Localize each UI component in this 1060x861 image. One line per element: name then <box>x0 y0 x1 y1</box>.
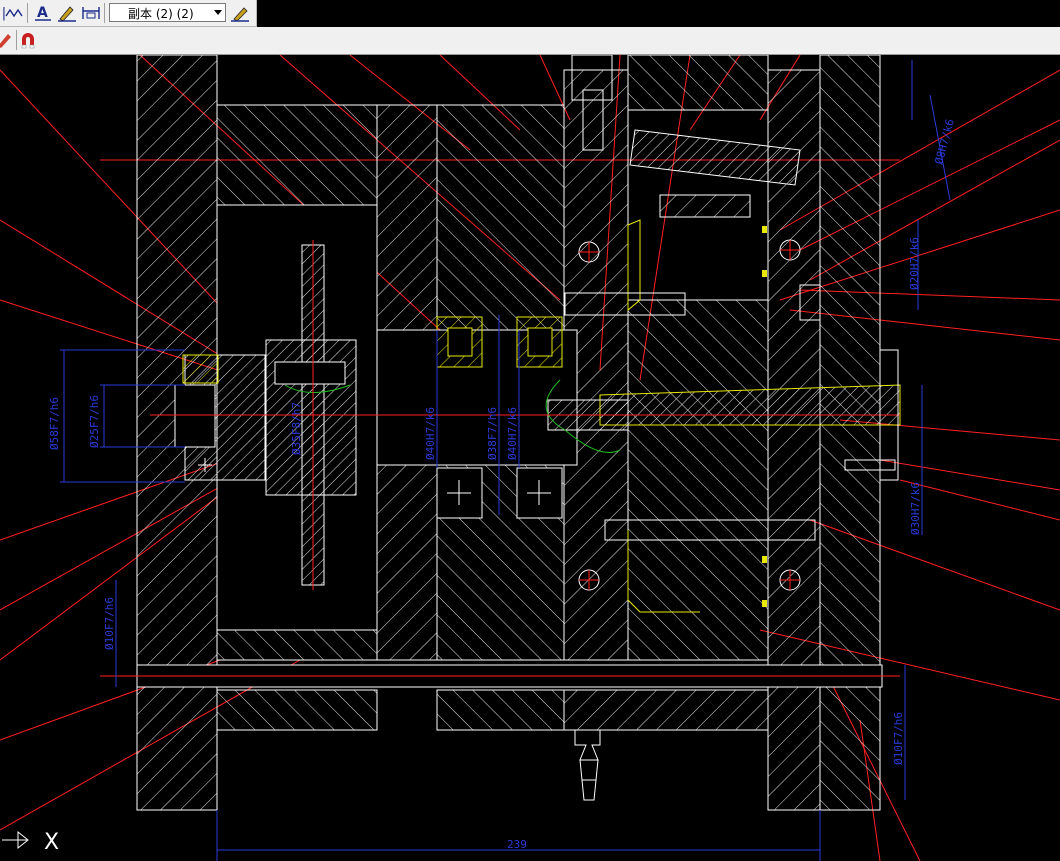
dimension-toolbar: | A 副本 (2) (2) <box>0 0 257 27</box>
cad-drawing-canvas[interactable]: Ø58F7/h6 Ø25F7/h6 Ø35F8/h7 Ø40H7/k6 Ø38F… <box>0 55 1060 861</box>
dim-d35-hub: Ø35F8/h7 <box>290 402 303 455</box>
dim-style-select[interactable]: 副本 (2) (2) <box>109 3 226 22</box>
match-icon[interactable] <box>0 30 16 50</box>
dim-d30-right: Ø30H7/k6 <box>909 482 922 535</box>
dim-style-icon[interactable] <box>230 3 250 23</box>
dim-d40-a: Ø40H7/k6 <box>424 407 437 460</box>
water-nozzle <box>574 729 601 801</box>
text-edit-icon[interactable] <box>57 3 77 23</box>
dim-width-bottom: 239 <box>507 838 527 851</box>
magnet-icon[interactable] <box>18 30 38 50</box>
dim-d58-left: Ø58F7/h6 <box>48 397 61 450</box>
chevron-down-icon[interactable] <box>214 10 222 15</box>
dim-d10-left: Ø10F7/h6 <box>103 597 116 650</box>
dim-d40-b: Ø40H7/k6 <box>506 407 519 460</box>
dim-d38: Ø38F7/h6 <box>486 407 499 460</box>
dim-d10-right: Ø10F7/h6 <box>892 712 905 765</box>
dim-edit-icon[interactable] <box>81 3 101 23</box>
modify-toolbar <box>0 27 1060 55</box>
ucs-x-label: X <box>44 830 59 855</box>
dim-d25-left: Ø25F7/h6 <box>88 395 101 448</box>
dim-style-value: 副本 (2) (2) <box>128 7 194 21</box>
text-style-icon[interactable]: A <box>33 3 53 23</box>
dim-d20-right: Ø20H7/k6 <box>908 237 921 290</box>
svg-text:A: A <box>37 5 48 21</box>
linear-dim-icon[interactable] <box>4 3 24 23</box>
ucs-icon: X <box>2 830 59 855</box>
